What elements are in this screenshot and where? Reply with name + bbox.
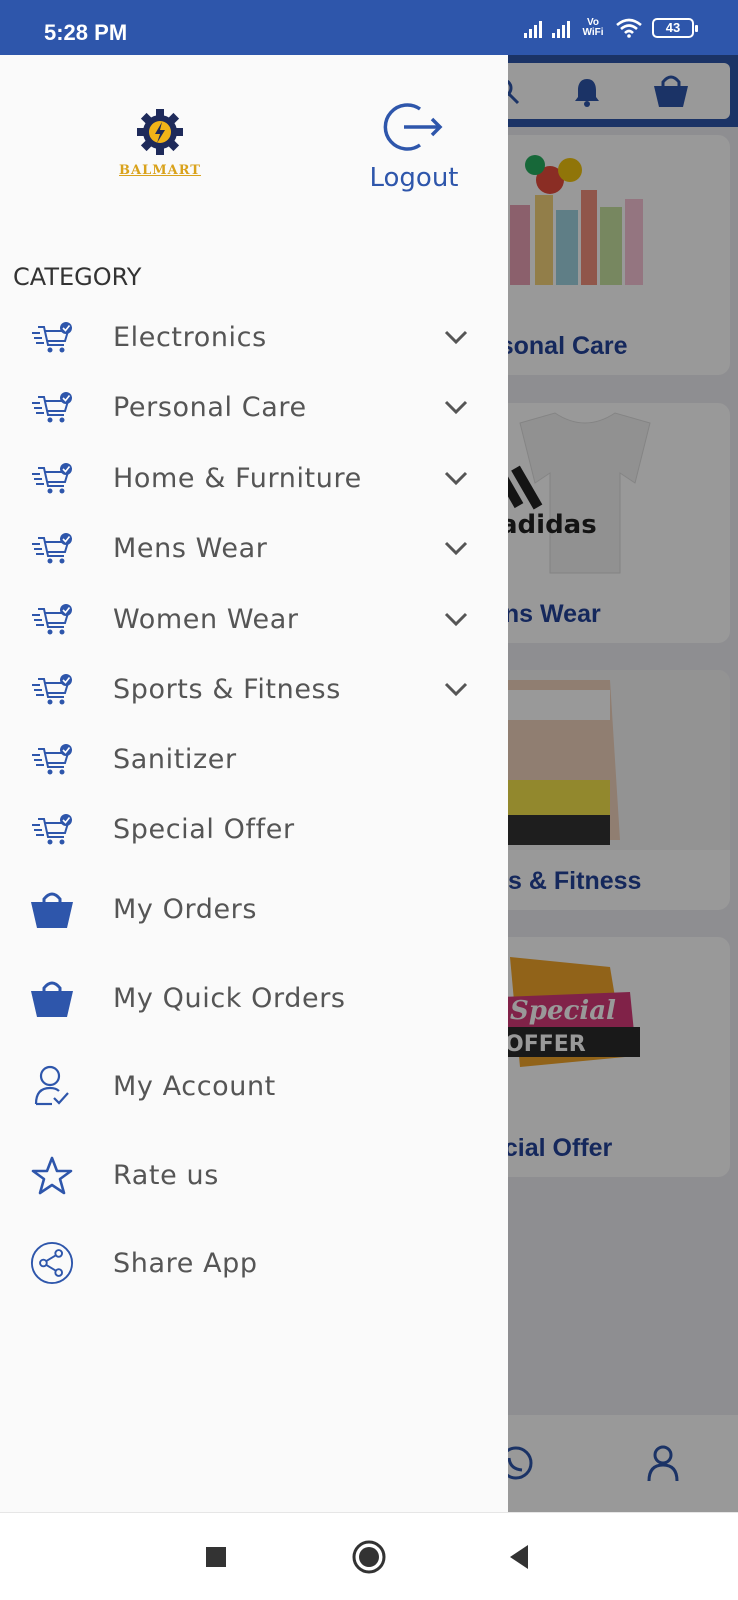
category-item-personal-care[interactable]: Personal Care [0, 375, 508, 441]
star-icon [31, 1156, 73, 1195]
navigation-drawer: BALMART Logout CATEGORY Electronics Pers… [0, 55, 508, 1512]
cart-check-icon [32, 744, 72, 775]
my-quick-orders-label: My Quick Orders [113, 983, 346, 1014]
category-label: Sanitizer [113, 744, 237, 775]
cart-check-icon [32, 533, 72, 564]
category-label: Home & Furniture [113, 463, 362, 494]
chevron-down-icon[interactable] [442, 534, 470, 562]
status-icons: Vo WiFi 43 [524, 17, 698, 38]
gear-bolt-icon [137, 109, 183, 155]
chevron-down-icon[interactable] [442, 605, 470, 633]
cart-check-icon [32, 463, 72, 494]
back-button[interactable] [500, 1537, 540, 1577]
share-icon [30, 1241, 74, 1285]
share-app-link[interactable]: Share App [0, 1231, 508, 1297]
category-item-sanitizer[interactable]: Sanitizer [0, 727, 508, 793]
shopping-bag-icon [31, 981, 73, 1017]
recents-button[interactable] [196, 1537, 236, 1577]
logout-label: Logout [369, 163, 459, 193]
my-orders-label: My Orders [113, 894, 258, 925]
logo-text: BALMART [119, 163, 201, 178]
chevron-down-icon[interactable] [442, 464, 470, 492]
category-item-electronics[interactable]: Electronics [0, 305, 508, 371]
home-button[interactable] [349, 1537, 389, 1577]
share-app-label: Share App [113, 1248, 258, 1279]
category-label: Special Offer [113, 814, 295, 845]
rate-us-label: Rate us [113, 1160, 219, 1191]
cart-check-icon [32, 392, 72, 423]
signal-icon [552, 18, 570, 38]
category-label: Electronics [113, 322, 267, 353]
category-label: Women Wear [113, 604, 299, 635]
status-time: 5:28 PM [44, 20, 128, 45]
shopping-bag-icon [31, 892, 73, 928]
category-label: Mens Wear [113, 533, 268, 564]
category-item-special-offer[interactable]: Special Offer [0, 797, 508, 863]
chevron-down-icon[interactable] [442, 323, 470, 351]
category-item-home-furniture[interactable]: Home & Furniture [0, 446, 508, 512]
system-nav-bar [0, 1512, 738, 1600]
category-label: Sports & Fitness [113, 674, 341, 705]
cart-check-icon [32, 814, 72, 845]
logout-button[interactable]: Logout [364, 99, 464, 193]
wifi-icon [616, 18, 642, 38]
cart-check-icon [32, 604, 72, 635]
chevron-down-icon[interactable] [442, 393, 470, 421]
battery-icon: 43 [652, 18, 698, 38]
my-orders-link[interactable]: My Orders [0, 877, 508, 943]
category-item-sports-fitness[interactable]: Sports & Fitness [0, 657, 508, 723]
my-quick-orders-link[interactable]: My Quick Orders [0, 966, 508, 1032]
user-check-icon [34, 1065, 69, 1106]
rate-us-link[interactable]: Rate us [0, 1143, 508, 1209]
chevron-down-icon[interactable] [442, 675, 470, 703]
signal-icon [524, 18, 542, 38]
category-item-women-wear[interactable]: Women Wear [0, 587, 508, 653]
status-bar: 5:28 PM Vo WiFi 43 [0, 0, 738, 55]
category-heading: CATEGORY [13, 263, 142, 291]
cart-check-icon [32, 322, 72, 353]
logo: BALMART [110, 107, 210, 178]
my-account-link[interactable]: My Account [0, 1054, 508, 1120]
category-item-mens-wear[interactable]: Mens Wear [0, 516, 508, 582]
vowifi-label: Vo WiFi [582, 17, 604, 38]
logout-icon [383, 103, 443, 151]
my-account-label: My Account [113, 1071, 276, 1102]
category-label: Personal Care [113, 392, 307, 423]
cart-check-icon [32, 674, 72, 705]
